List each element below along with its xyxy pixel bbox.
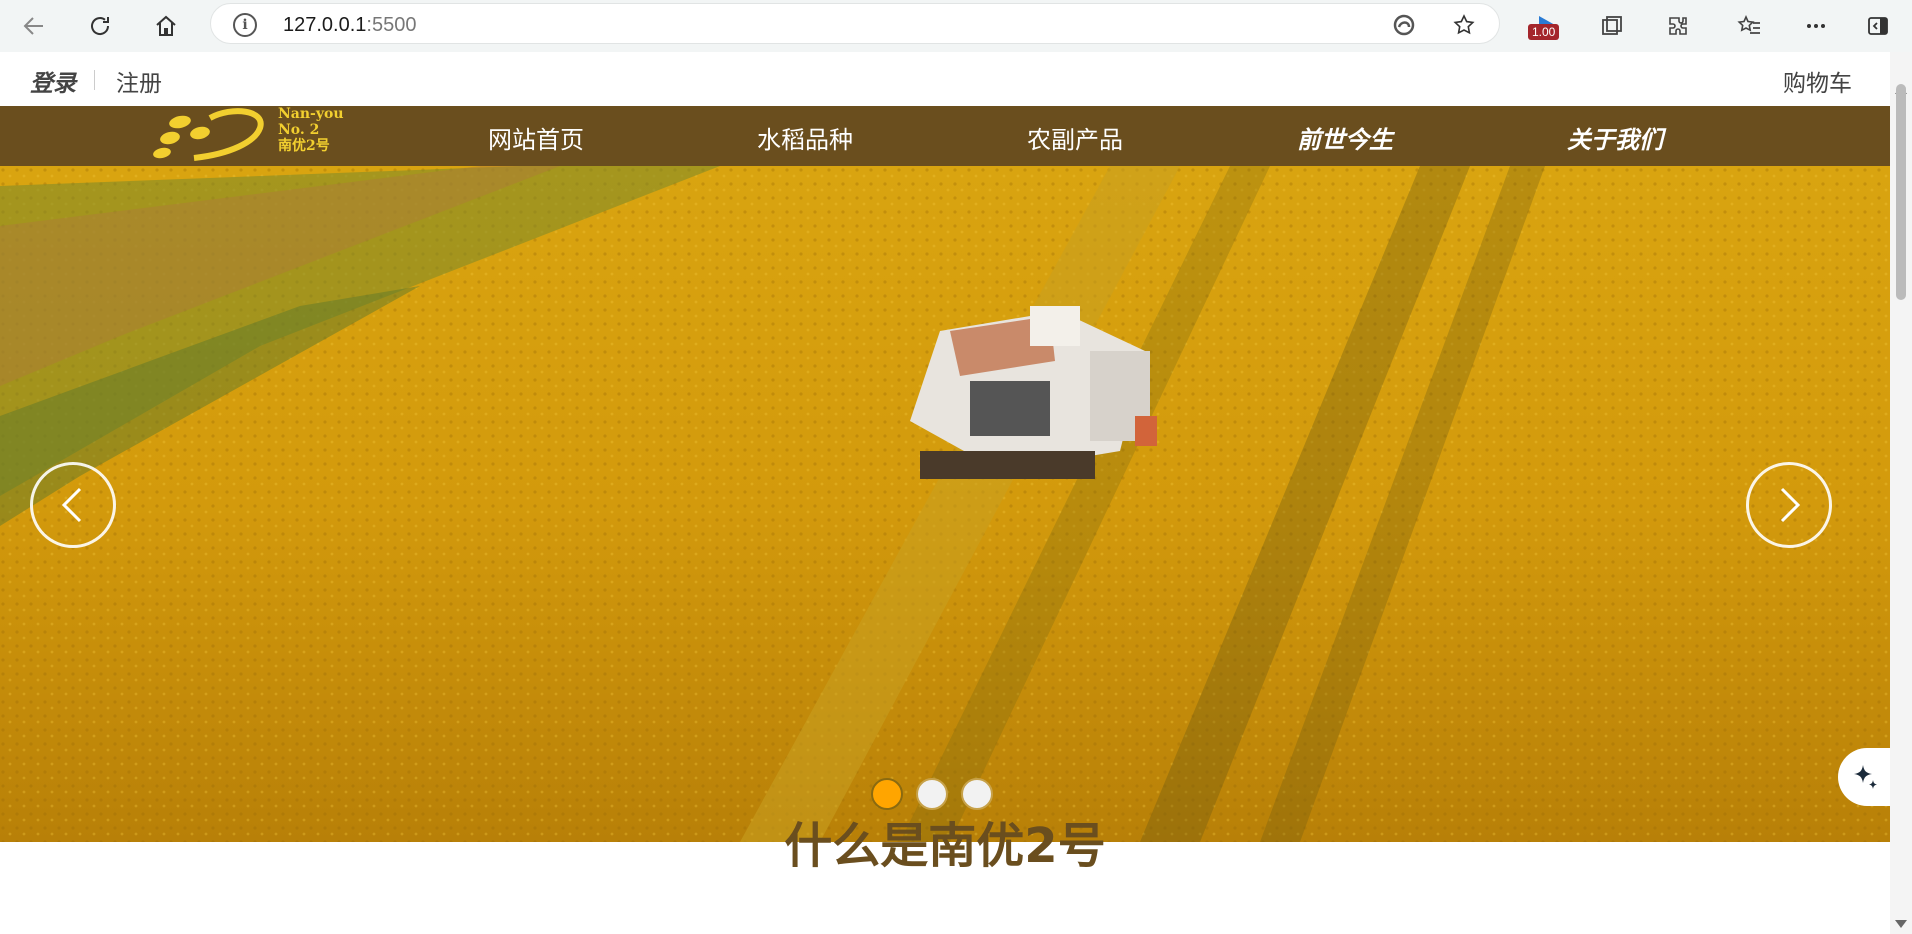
favorite-star-icon[interactable] [1451,12,1477,38]
page-viewport: 登录 注册 购物车 Nan-you No. 2 南优2号 网站首页 水稻品种 农… [0,52,1890,934]
cart-link[interactable]: 购物车 [1783,64,1852,98]
rice-harvest-image [0,166,1890,842]
nav-home[interactable]: 网站首页 [436,120,636,155]
reload-icon[interactable] [80,6,120,46]
favorites-list-icon[interactable] [1730,6,1770,46]
utility-divider [94,70,95,90]
home-icon[interactable] [146,6,186,46]
address-bar[interactable]: i 127.0.0.1:5500 [210,3,1500,44]
scroll-thumb[interactable] [1896,84,1906,300]
sparkle-icon [1854,765,1877,789]
hero-carousel [0,166,1890,842]
copilot-sparkle-button[interactable] [1838,748,1890,806]
main-nav: Nan-you No. 2 南优2号 网站首页 水稻品种 农副产品 前世今生 关… [0,106,1890,166]
extension-badge: 1.00 [1528,24,1560,40]
nav-about-us[interactable]: 关于我们 [1515,120,1715,155]
login-link[interactable]: 登录 [30,64,76,98]
nav-history[interactable]: 前世今生 [1245,120,1445,155]
nav-rice-varieties[interactable]: 水稻品种 [705,120,905,155]
browser-essentials-icon[interactable] [1391,12,1417,38]
back-icon[interactable] [14,6,54,46]
chevron-left-icon [61,487,82,523]
nav-farm-products[interactable]: 农副产品 [975,120,1175,155]
extensions-puzzle-icon[interactable] [1658,6,1698,46]
site-logo[interactable]: Nan-you No. 2 南优2号 [150,106,390,166]
rice-grain-logo-icon [153,108,264,161]
more-options-icon[interactable] [1796,6,1836,46]
logo-text: Nan-you No. 2 南优2号 [278,106,344,154]
register-link[interactable]: 注册 [116,64,162,98]
split-screen-icon[interactable] [1592,6,1632,46]
sidebar-toggle-icon[interactable] [1858,6,1898,46]
section-title: 什么是南优2号 [784,818,1106,874]
carousel-prev-button[interactable] [30,462,116,548]
scroll-down-icon[interactable] [1895,920,1907,928]
browser-toolbar: i 127.0.0.1:5500 1.00 [0,0,1912,52]
chevron-right-icon [1780,487,1801,523]
utility-bar: 登录 注册 购物车 [0,52,1890,106]
carousel-next-button[interactable] [1746,462,1832,548]
page-scrollbar[interactable] [1890,52,1912,934]
url-text: 127.0.0.1:5500 [283,14,417,36]
site-info-icon[interactable]: i [233,13,257,37]
